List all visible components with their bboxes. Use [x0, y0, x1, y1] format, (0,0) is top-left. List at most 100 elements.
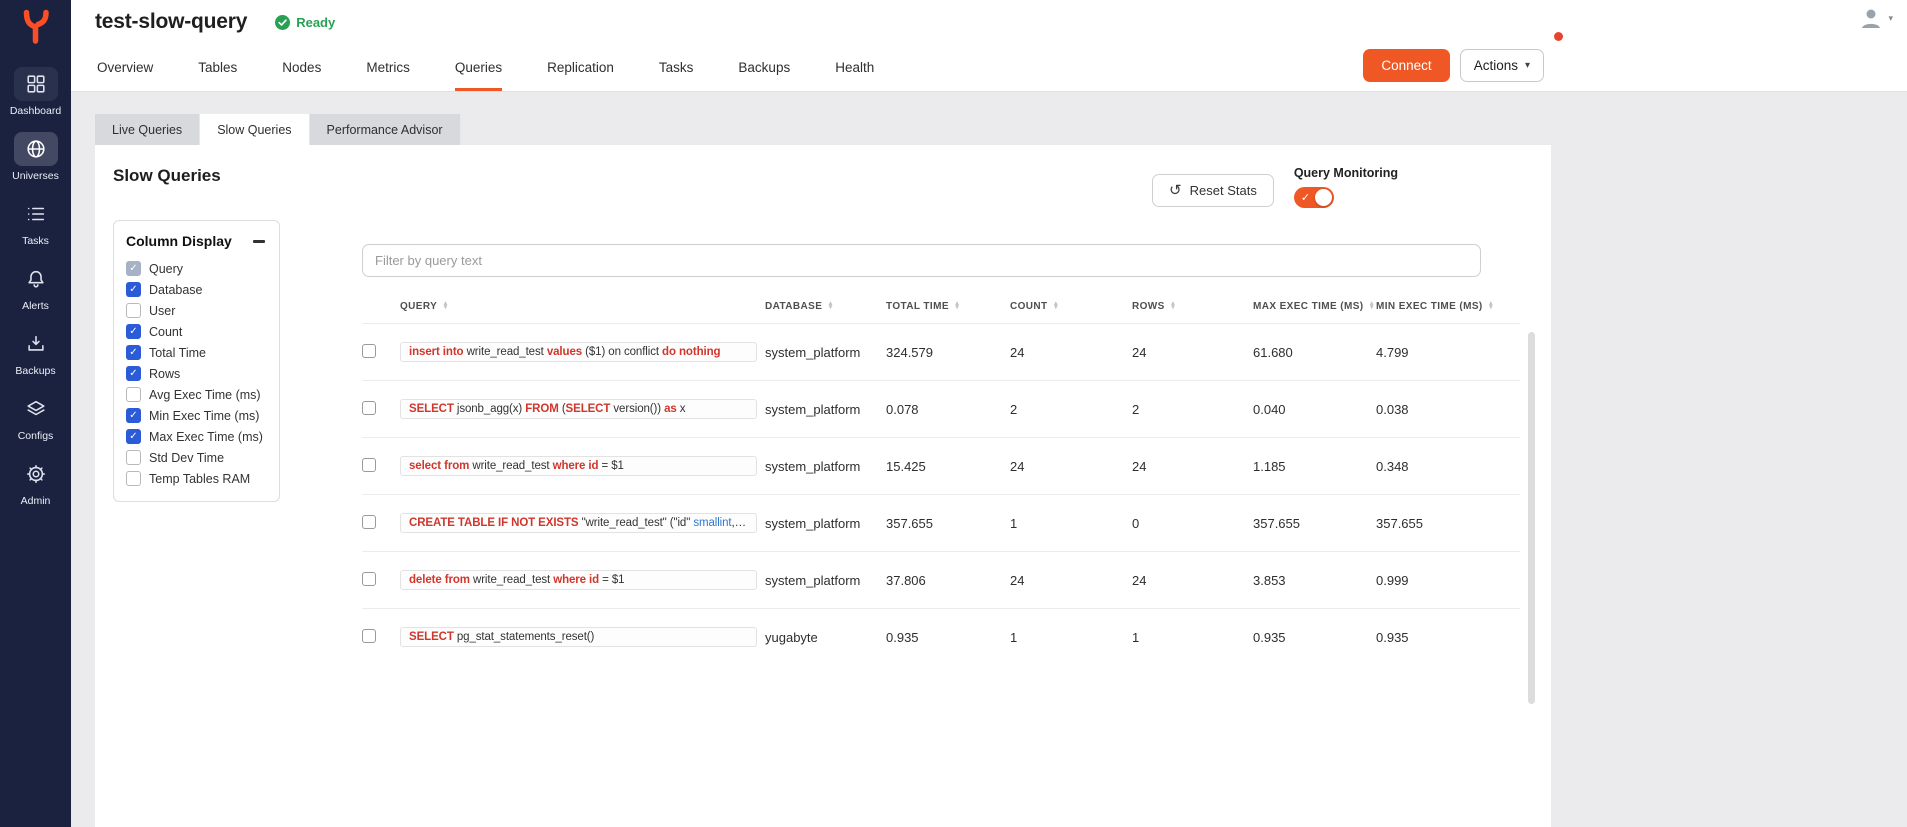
checkbox-checked-icon[interactable]: ✓ [126, 345, 141, 360]
subtab-live-queries[interactable]: Live Queries [95, 114, 200, 145]
column-option-std-dev-time[interactable]: Std Dev Time [126, 447, 267, 468]
cell-max-exec-time: 61.680 [1253, 324, 1376, 381]
column-header-label: DATABASE [765, 301, 822, 312]
column-option-min-exec-time-ms[interactable]: ✓ Min Exec Time (ms) [126, 405, 267, 426]
check-icon: ✓ [1301, 191, 1310, 204]
column-option-count[interactable]: ✓Count [126, 321, 267, 342]
subtab-performance-advisor[interactable]: Performance Advisor [310, 114, 461, 145]
cell-count: 24 [1010, 438, 1132, 495]
column-option-label: Avg Exec Time (ms) [149, 388, 261, 402]
sidebar-item-universes[interactable]: Universes [10, 124, 61, 189]
query-text[interactable]: insert into write_read_test values ($1) … [400, 342, 757, 362]
query-text[interactable]: SELECT jsonb_agg(x) FROM (SELECT version… [400, 399, 757, 419]
query-text[interactable]: SELECT pg_stat_statements_reset() [400, 627, 757, 647]
checkbox-icon[interactable] [126, 387, 141, 402]
column-header-rows[interactable]: ROWS▲▼ [1132, 290, 1253, 324]
column-display-title: Column Display [126, 233, 232, 249]
row-checkbox[interactable] [362, 401, 376, 415]
actions-button[interactable]: Actions ▾ [1460, 49, 1544, 82]
subtab-slow-queries[interactable]: Slow Queries [200, 114, 309, 145]
column-option-rows[interactable]: ✓Rows [126, 363, 267, 384]
query-subtabs: Live QueriesSlow QueriesPerformance Advi… [95, 114, 1907, 145]
tab-tasks[interactable]: Tasks [659, 44, 694, 91]
tab-backups[interactable]: Backups [738, 44, 790, 91]
sort-icon[interactable]: ▲▼ [1053, 302, 1060, 311]
column-header-min-exec-time-ms[interactable]: MIN EXEC TIME (MS)▲▼ [1376, 290, 1520, 324]
query-row[interactable]: select from write_read_test where id = $… [362, 438, 1520, 495]
checkbox-checked-icon[interactable]: ✓ [126, 282, 141, 297]
checkbox-checked-icon[interactable]: ✓ [126, 429, 141, 444]
alerts-icon [14, 262, 58, 296]
tab-queries[interactable]: Queries [455, 44, 502, 91]
sidebar-item-tasks[interactable]: Tasks [10, 189, 61, 254]
collapse-icon[interactable] [251, 236, 267, 247]
row-checkbox[interactable] [362, 458, 376, 472]
column-option-max-exec-time-ms[interactable]: ✓ Max Exec Time (ms) [126, 426, 267, 447]
sidebar-item-alerts[interactable]: Alerts [10, 254, 61, 319]
query-row[interactable]: delete from write_read_test where id = $… [362, 552, 1520, 609]
table-scrollbar[interactable] [1528, 332, 1535, 704]
column-option-total-time[interactable]: ✓Total Time [126, 342, 267, 363]
column-display-header: Column Display [126, 233, 267, 249]
column-option-user[interactable]: User [126, 300, 267, 321]
column-header-database[interactable]: DATABASE ▲▼ [765, 290, 886, 324]
query-text[interactable]: delete from write_read_test where id = $… [400, 570, 757, 590]
checkbox-icon[interactable] [126, 471, 141, 486]
query-row[interactable]: SELECT pg_stat_statements_reset()yugabyt… [362, 609, 1520, 666]
column-option-label: Max Exec Time (ms) [149, 430, 263, 444]
query-text[interactable]: CREATE TABLE IF NOT EXISTS "write_read_t… [400, 513, 757, 533]
connect-button[interactable]: Connect [1363, 49, 1449, 82]
column-option-label: User [149, 304, 175, 318]
column-option-temp-tables-ram[interactable]: Temp Tables RAM [126, 468, 267, 489]
tasks-icon [14, 197, 58, 231]
column-header-count[interactable]: COUNT▲▼ [1010, 290, 1132, 324]
admin-icon [14, 457, 58, 491]
row-checkbox[interactable] [362, 629, 376, 643]
sidebar-item-backups[interactable]: Backups [10, 319, 61, 384]
sort-icon[interactable]: ▲▼ [827, 302, 834, 311]
tab-replication[interactable]: Replication [547, 44, 614, 91]
checkbox-checked-icon[interactable]: ✓ [126, 324, 141, 339]
checkbox-icon[interactable] [126, 450, 141, 465]
sort-icon[interactable]: ▲▼ [954, 302, 961, 311]
query-text[interactable]: select from write_read_test where id = $… [400, 456, 757, 476]
sort-icon[interactable]: ▲▼ [1369, 302, 1376, 311]
user-menu[interactable]: ▾ [1858, 5, 1893, 31]
reset-stats-button[interactable]: ↺ Reset Stats [1152, 174, 1274, 207]
query-row[interactable]: SELECT jsonb_agg(x) FROM (SELECT version… [362, 381, 1520, 438]
tab-overview[interactable]: Overview [97, 44, 153, 91]
row-checkbox[interactable] [362, 344, 376, 358]
tab-metrics[interactable]: Metrics [366, 44, 410, 91]
column-option-label: Min Exec Time (ms) [149, 409, 259, 423]
row-checkbox[interactable] [362, 572, 376, 586]
yugabyte-logo-icon[interactable] [19, 8, 53, 49]
sidebar-item-admin[interactable]: Admin [10, 449, 61, 514]
sidebar-item-dashboard[interactable]: Dashboard [10, 59, 61, 124]
column-header-max-exec-time-ms[interactable]: MAX EXEC TIME (MS)▲▼ [1253, 290, 1376, 324]
checkbox-checked-icon[interactable]: ✓ [126, 366, 141, 381]
sidebar-item-configs[interactable]: Configs [10, 384, 61, 449]
column-option-label: Temp Tables RAM [149, 472, 250, 486]
column-option-database[interactable]: ✓Database [126, 279, 267, 300]
column-header-query[interactable]: QUERY▲▼ [400, 290, 765, 324]
tab-health[interactable]: Health [835, 44, 874, 91]
check-circle-icon [275, 15, 290, 30]
tab-tables[interactable]: Tables [198, 44, 237, 91]
query-filter-input[interactable] [362, 244, 1481, 277]
column-option-avg-exec-time-ms[interactable]: Avg Exec Time (ms) [126, 384, 267, 405]
query-row[interactable]: CREATE TABLE IF NOT EXISTS "write_read_t… [362, 495, 1520, 552]
column-option-query[interactable]: ✓Query [126, 258, 267, 279]
column-header-total-time[interactable]: TOTAL TIME▲▼ [886, 290, 1010, 324]
tab-nodes[interactable]: Nodes [282, 44, 321, 91]
row-checkbox[interactable] [362, 515, 376, 529]
dashboard-icon [14, 67, 58, 101]
query-row[interactable]: insert into write_read_test values ($1) … [362, 324, 1520, 381]
content-area: Live QueriesSlow QueriesPerformance Advi… [71, 92, 1907, 827]
checkbox-checked-icon[interactable]: ✓ [126, 408, 141, 423]
checkbox-checked-icon[interactable]: ✓ [126, 261, 141, 276]
sort-icon[interactable]: ▲▼ [1488, 302, 1495, 311]
checkbox-icon[interactable] [126, 303, 141, 318]
sort-icon[interactable]: ▲▼ [442, 302, 449, 311]
query-monitoring-toggle[interactable]: ✓ [1294, 187, 1334, 208]
sort-icon[interactable]: ▲▼ [1170, 302, 1177, 311]
